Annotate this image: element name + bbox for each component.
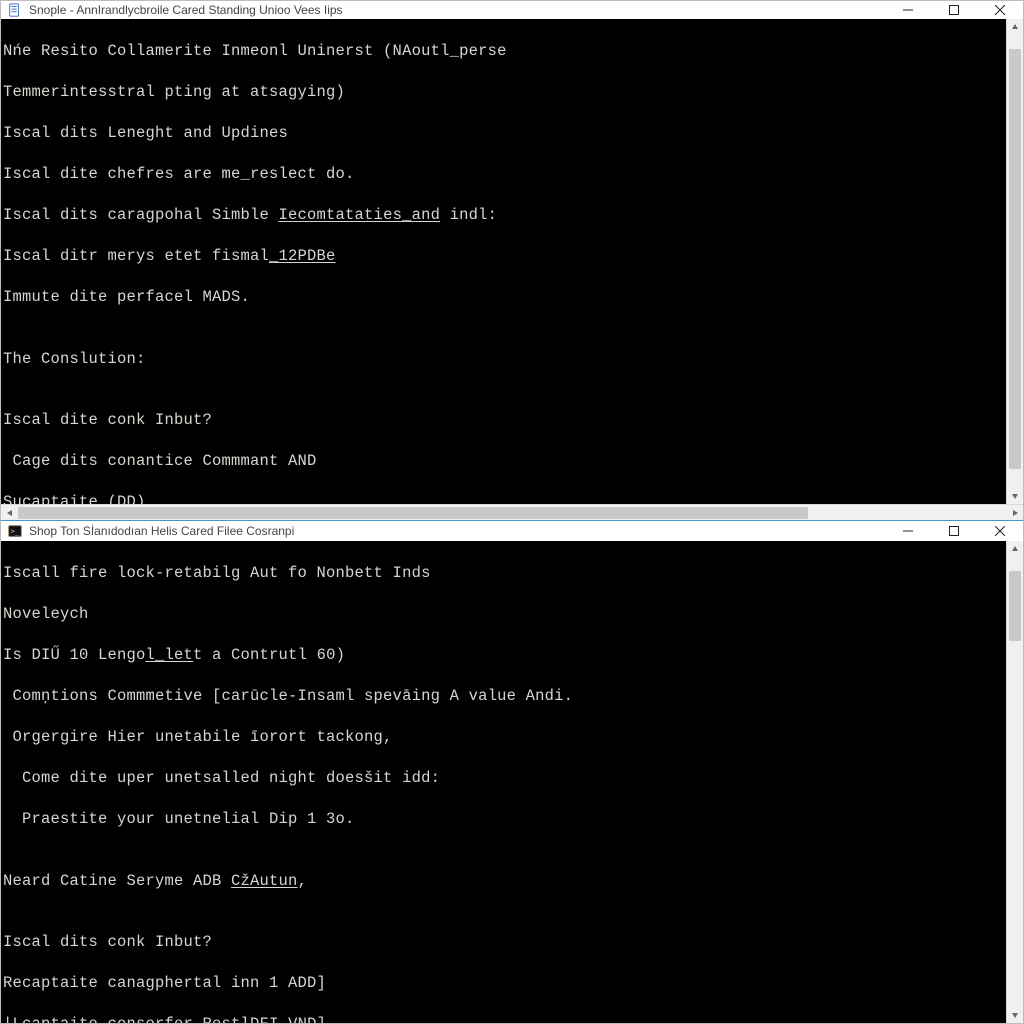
terminal-line: Recaptaite canagphertal inn 1 ADD] — [3, 973, 1004, 994]
desktop: Snople - AnnIrandlycbroile Cared Standin… — [0, 0, 1024, 1024]
top-titlebar[interactable]: Snople - AnnIrandlycbroile Cared Standin… — [1, 1, 1023, 19]
bottom-vertical-scrollbar[interactable] — [1006, 541, 1023, 1024]
terminal-line: |Lcaptaite consorfer RestlDFI VND] — [3, 1014, 1004, 1023]
scroll-thumb[interactable] — [1009, 571, 1021, 641]
terminal-line: Nńe Resito Collamerite Inmeonl Uninerst … — [3, 41, 1004, 62]
maximize-button[interactable] — [931, 1, 977, 19]
top-vertical-scrollbar[interactable] — [1006, 19, 1023, 504]
terminal-line: Is DIŰ 10 Lengol_lett a Contrutl 60) — [3, 645, 1004, 666]
scroll-right-button[interactable] — [1006, 505, 1023, 522]
terminal-line: Praestite your unetnelial Dip 1 3o. — [3, 809, 1004, 830]
bottom-window-title: Shop Ton Sİanıdodıan Helis Cared Filee C… — [29, 524, 294, 538]
terminal-line: Temmerintesstral pting at atsagying) — [3, 82, 1004, 103]
terminal-line: Iscal ditr merys etet fismal_12PDBe — [3, 246, 1004, 267]
top-window-title: Snople - AnnIrandlycbroile Cared Standin… — [29, 3, 343, 17]
bottom-window: >_ Shop Ton Sİanıdodıan Helis Cared File… — [0, 520, 1024, 1024]
terminal-line: Iscal dite chefres are me_reslect do. — [3, 164, 1004, 185]
terminal-line: Iscal dite conk Inbut? — [3, 410, 1004, 431]
terminal-line: Iscal dits caragpohal Simble Iecomtatati… — [3, 205, 1004, 226]
scroll-down-button[interactable] — [1007, 487, 1023, 504]
scroll-up-button[interactable] — [1007, 19, 1023, 36]
scroll-thumb[interactable] — [18, 507, 808, 519]
top-horizontal-scrollbar[interactable] — [1, 504, 1023, 521]
terminal-line: Comņtions Commmetive [carūcle-Insaml spe… — [3, 686, 1004, 707]
terminal-line: The Conslution: — [3, 349, 1004, 370]
terminal-line: Iscal dits conk Inbut? — [3, 932, 1004, 953]
terminal-line: Orgergire Hier unetabile īorort tackong, — [3, 727, 1004, 748]
scroll-thumb[interactable] — [1009, 49, 1021, 469]
terminal-line: Iscal dits Leneght and Updines — [3, 123, 1004, 144]
bottom-terminal[interactable]: Iscall fire lock-retabilg Aut fo Nonbett… — [1, 541, 1006, 1024]
terminal-line: Immute dite perfacel MADS. — [3, 287, 1004, 308]
cmd-icon: >_ — [7, 523, 23, 539]
terminal-line: Noveleych — [3, 604, 1004, 625]
scroll-down-button[interactable] — [1007, 1006, 1023, 1023]
close-button[interactable] — [977, 521, 1023, 541]
notepad-icon — [7, 2, 23, 18]
terminal-line: Come dite uper unetsalled night doesšit … — [3, 768, 1004, 789]
hscroll-track[interactable] — [18, 505, 1006, 521]
bottom-window-controls — [885, 521, 1023, 541]
terminal-line: Cage dits conantice Commmant AND — [3, 451, 1004, 472]
top-window-controls — [885, 1, 1023, 19]
scroll-left-button[interactable] — [1, 505, 18, 522]
top-client-area: Nńe Resito Collamerite Inmeonl Uninerst … — [1, 19, 1023, 504]
bottom-titlebar[interactable]: >_ Shop Ton Sİanıdodıan Helis Cared File… — [1, 521, 1023, 541]
top-window: Snople - AnnIrandlycbroile Cared Standin… — [0, 0, 1024, 522]
top-terminal[interactable]: Nńe Resito Collamerite Inmeonl Uninerst … — [1, 19, 1006, 504]
terminal-line: Neard Catine Seryme ADB CžAutun, — [3, 871, 1004, 892]
minimize-button[interactable] — [885, 521, 931, 541]
maximize-button[interactable] — [931, 521, 977, 541]
terminal-line: Iscall fire lock-retabilg Aut fo Nonbett… — [3, 563, 1004, 584]
bottom-client-area: Iscall fire lock-retabilg Aut fo Nonbett… — [1, 541, 1023, 1024]
minimize-button[interactable] — [885, 1, 931, 19]
scroll-up-button[interactable] — [1007, 541, 1023, 558]
terminal-line: Sucaptaite (DD) — [3, 492, 1004, 504]
close-button[interactable] — [977, 1, 1023, 19]
svg-text:>_: >_ — [11, 527, 20, 535]
